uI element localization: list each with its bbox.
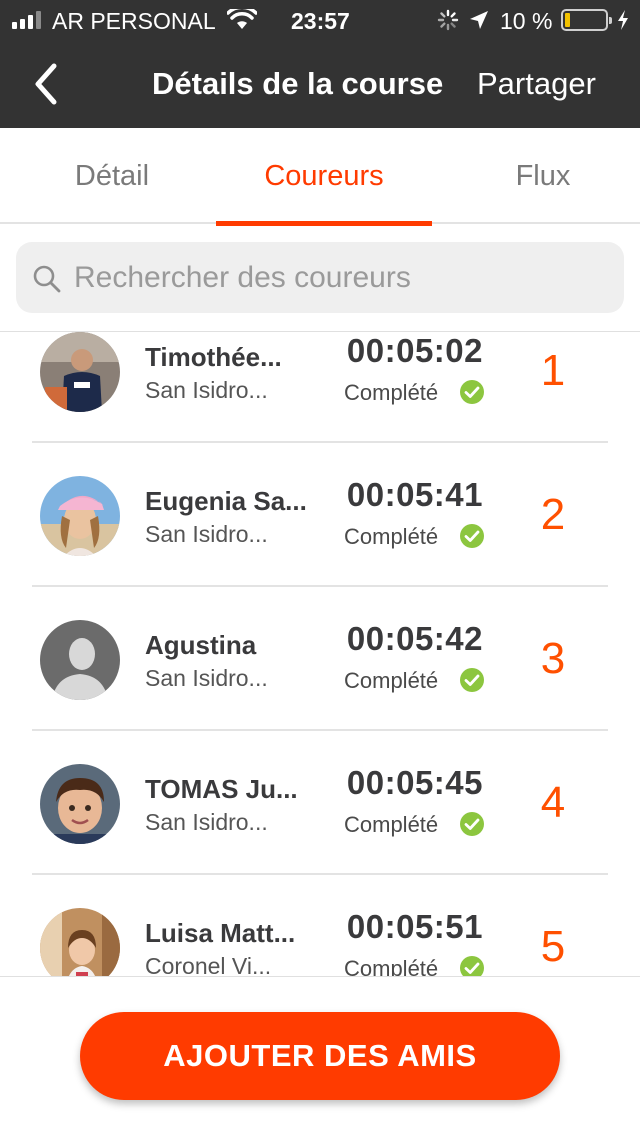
divider [0, 976, 640, 977]
runner-status: Complété [344, 956, 439, 976]
runner-status: Complété [344, 668, 439, 693]
runner-row[interactable]: Luisa Matt... Coronel Vi... 00:05:51 Com… [0, 898, 640, 976]
runner-status: Complété [344, 380, 439, 405]
avatar [40, 476, 120, 556]
runner-city: San Isidro... [145, 521, 268, 547]
check-circle-icon [460, 380, 484, 404]
check-circle-icon [460, 812, 484, 836]
tab-bar: Détail Coureurs Flux [0, 128, 640, 226]
runner-city: Coronel Vi... [145, 953, 272, 976]
divider [32, 873, 608, 875]
runner-row[interactable]: TOMAS Ju... San Isidro... 00:05:45 Compl… [0, 754, 640, 898]
clock: 23:57 [291, 8, 350, 34]
runner-row[interactable]: Agustina San Isidro... 00:05:42 Complété… [0, 610, 640, 754]
battery-icon [561, 9, 612, 31]
tab-label: Flux [515, 159, 571, 192]
runner-city: San Isidro... [145, 377, 268, 403]
divider [32, 585, 608, 587]
share-button[interactable]: Partager [477, 66, 596, 102]
tab-runners[interactable]: Coureurs [216, 128, 432, 226]
location-arrow-icon [468, 9, 490, 37]
search-input[interactable] [74, 242, 614, 313]
runner-time: 00:05:51 [346, 908, 483, 945]
charging-bolt-icon [616, 9, 630, 37]
page-title: Détails de la course [152, 66, 444, 101]
wifi-icon [226, 5, 258, 37]
runner-name: Agustina [145, 630, 257, 660]
active-tab-indicator [216, 221, 432, 226]
runner-time: 00:05:41 [346, 476, 483, 513]
runner-time: 00:05:42 [346, 620, 483, 657]
search-bar[interactable] [16, 242, 624, 313]
add-friends-button[interactable]: AJOUTER DES AMIS [80, 1012, 560, 1100]
activity-spinner-icon [437, 9, 459, 37]
runner-name: Luisa Matt... [145, 918, 296, 948]
carrier-name: AR PERSONAL [52, 8, 216, 34]
search-icon [32, 264, 62, 299]
avatar [40, 908, 120, 976]
runner-rank: 5 [540, 922, 566, 971]
runner-time: 00:05:02 [346, 332, 483, 369]
navigation-bar: Détails de la course Partager [0, 40, 640, 128]
runner-status: Complété [344, 812, 439, 837]
runner-name: Eugenia Sa... [145, 486, 307, 516]
tab-detail[interactable]: Détail [4, 128, 220, 224]
back-chevron-icon[interactable] [28, 60, 68, 108]
runner-name: TOMAS Ju... [145, 774, 298, 804]
runner-name: Timothée... [145, 342, 282, 372]
battery-percent: 10 % [500, 8, 553, 34]
top-bar: AR PERSONAL 23:57 10 % Détails de la cou… [0, 0, 640, 128]
signal-icon [12, 11, 41, 29]
tab-label: Détail [74, 159, 150, 192]
divider [32, 441, 608, 443]
runner-city: San Isidro... [145, 665, 268, 691]
divider [32, 729, 608, 731]
runner-list[interactable]: Timothée... San Isidro... 00:05:02 Compl… [0, 332, 640, 976]
tab-feed[interactable]: Flux [435, 128, 640, 224]
runner-city: San Isidro... [145, 809, 268, 835]
check-circle-icon [460, 956, 484, 976]
status-bar: AR PERSONAL 23:57 10 % [0, 0, 640, 40]
avatar [40, 764, 120, 844]
runner-time: 00:05:45 [346, 764, 483, 801]
runner-rank: 2 [540, 490, 566, 539]
runner-rank: 3 [540, 634, 566, 683]
check-circle-icon [460, 524, 484, 548]
runner-row[interactable]: Eugenia Sa... San Isidro... 00:05:41 Com… [0, 466, 640, 610]
runner-status: Complété [344, 524, 439, 549]
tab-label: Coureurs [264, 159, 384, 192]
runner-row[interactable]: Timothée... San Isidro... 00:05:02 Compl… [0, 332, 640, 466]
avatar [40, 620, 120, 700]
runner-rank: 4 [540, 778, 566, 827]
check-circle-icon [460, 668, 484, 692]
avatar [40, 332, 120, 412]
runner-rank: 1 [540, 346, 566, 395]
